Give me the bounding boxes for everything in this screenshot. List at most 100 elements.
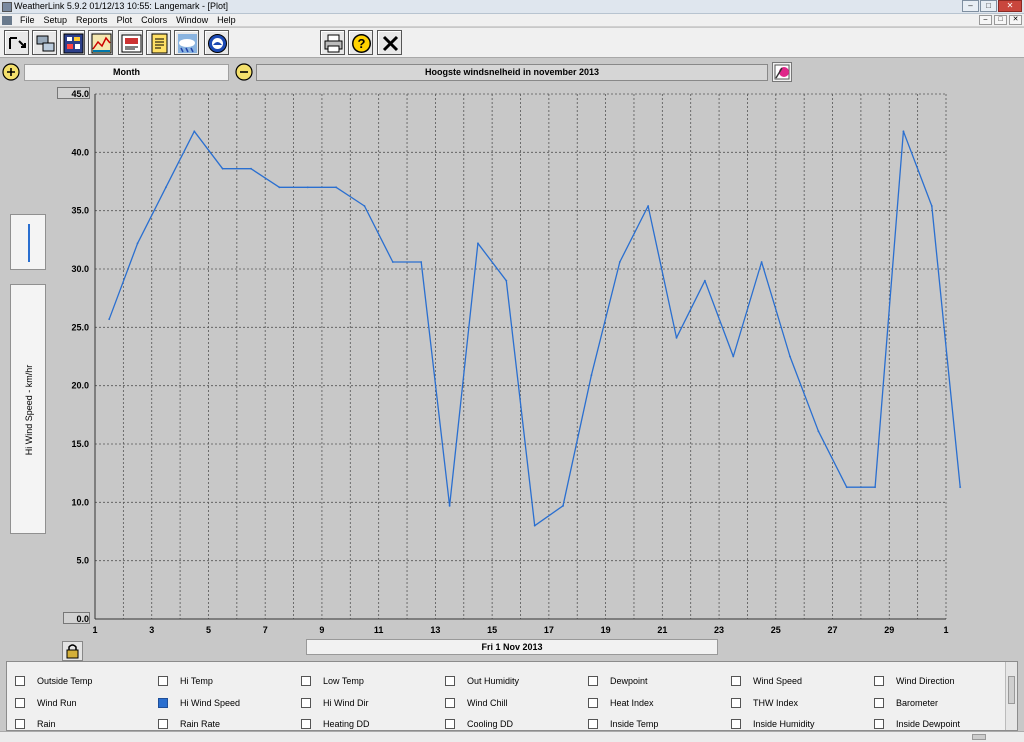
hi-wind-speed-point — [732, 355, 735, 358]
hi-wind-speed-point — [165, 186, 167, 189]
sensor-checkbox[interactable] — [588, 676, 598, 686]
sensor-checkbox[interactable] — [445, 698, 455, 708]
hi-wind-speed-point — [306, 186, 309, 189]
hi-wind-speed-point — [817, 430, 820, 433]
hi-wind-speed-point — [789, 355, 791, 358]
sensor-option[interactable]: Dewpoint — [588, 674, 648, 688]
x-tick-label: 11 — [374, 625, 384, 635]
sensor-option[interactable]: Rain — [15, 717, 56, 730]
lock-icon[interactable] — [62, 641, 83, 661]
sensor-checkbox[interactable] — [158, 676, 168, 686]
sensor-option[interactable]: Hi Temp — [158, 674, 213, 688]
sensor-selection-panel: Outside Temp Hi Temp Low Temp Out Humidity D… — [6, 661, 1018, 731]
date-bar[interactable]: Fri 1 Nov 2013 — [306, 639, 718, 655]
x-tick-label: 1 — [943, 625, 948, 635]
y-tick-label: 35.0 — [71, 206, 89, 216]
sensor-checkbox[interactable] — [731, 719, 741, 729]
sensor-checkbox[interactable] — [158, 719, 168, 729]
sensor-label: Low Temp — [323, 676, 364, 686]
sensor-checkbox[interactable] — [874, 698, 884, 708]
sensor-label: Hi Wind Speed — [180, 698, 241, 708]
sensor-label: Wind Chill — [467, 698, 508, 708]
sensor-checkbox[interactable] — [874, 719, 884, 729]
sensor-option[interactable]: Wind Chill — [445, 696, 508, 710]
hi-wind-speed-point — [278, 186, 281, 189]
sensor-checkbox[interactable] — [445, 676, 455, 686]
sensor-checkbox[interactable] — [301, 698, 311, 708]
sensor-option[interactable]: Low Temp — [301, 674, 364, 688]
sensor-option[interactable]: Inside Dewpoint — [874, 717, 960, 730]
sensor-label: Wind Speed — [753, 676, 803, 686]
x-tick-label: 13 — [430, 625, 440, 635]
y-tick-label: 25.0 — [71, 322, 89, 332]
hi-wind-speed-point — [902, 130, 905, 133]
sensor-checkbox[interactable] — [15, 698, 25, 708]
sensor-option[interactable]: Heat Index — [588, 696, 654, 710]
sensor-option[interactable]: Wind Run — [15, 696, 77, 710]
hi-wind-speed-point — [647, 205, 650, 207]
x-tick-label: 5 — [206, 625, 211, 635]
sensor-option[interactable]: Out Humidity — [445, 674, 519, 688]
horizontal-scrollbar-thumb[interactable] — [972, 734, 986, 740]
chart-series — [108, 130, 962, 527]
sensor-panel-scrollbar[interactable] — [1005, 662, 1017, 730]
hi-wind-speed-point — [221, 167, 224, 170]
sensor-option[interactable]: Inside Humidity — [731, 717, 815, 730]
hi-wind-speed-point — [420, 261, 423, 263]
scrollbar-thumb[interactable] — [1008, 676, 1015, 704]
sensor-option[interactable]: Heating DD — [301, 717, 370, 730]
x-tick-label: 17 — [544, 625, 554, 635]
sensor-checkbox[interactable] — [15, 676, 25, 686]
hi-wind-speed-point — [760, 261, 763, 263]
y-tick-label: 20.0 — [71, 381, 89, 391]
sensor-checkbox[interactable] — [301, 719, 311, 729]
x-tick-label: 21 — [657, 625, 667, 635]
hi-wind-speed-point — [959, 486, 962, 489]
sensor-option[interactable]: Hi Wind Speed — [158, 696, 240, 710]
sensor-label: Inside Humidity — [753, 719, 815, 729]
hi-wind-speed-point — [363, 205, 366, 207]
sensor-option[interactable]: Wind Speed — [731, 674, 802, 688]
sensor-label: Cooling DD — [467, 719, 514, 729]
y-tick-label: 15.0 — [71, 439, 89, 449]
sensor-label: Hi Wind Dir — [323, 698, 369, 708]
x-tick-label: 15 — [487, 625, 497, 635]
sensor-label: Outside Temp — [37, 676, 93, 686]
sensor-checkbox[interactable] — [158, 698, 168, 708]
sensor-option[interactable]: Inside Temp — [588, 717, 658, 730]
hi-wind-speed-chart: 0.05.010.015.020.025.030.035.040.045.01 3… — [71, 89, 962, 635]
sensor-checkbox[interactable] — [588, 698, 598, 708]
sensor-option[interactable]: Barometer — [874, 696, 938, 710]
y-tick-label: 10.0 — [71, 497, 89, 507]
sensor-option[interactable]: Rain Rate — [158, 717, 220, 730]
sensor-option[interactable]: Wind Direction — [874, 674, 955, 688]
sensor-option[interactable]: Outside Temp — [15, 674, 92, 688]
sensor-checkbox[interactable] — [874, 676, 884, 686]
hi-wind-speed-point — [391, 261, 394, 263]
sensor-checkbox[interactable] — [15, 719, 25, 729]
chart-ticks: 0.05.010.015.020.025.030.035.040.045.01 3… — [71, 89, 948, 635]
x-tick-label: 23 — [714, 625, 724, 635]
sensor-checkbox[interactable] — [731, 698, 741, 708]
sensor-option[interactable]: Cooling DD — [445, 717, 514, 730]
sensor-label: Out Humidity — [467, 676, 520, 686]
y-tick-label: 30.0 — [71, 264, 89, 274]
horizontal-scrollbar[interactable] — [0, 731, 1024, 742]
x-tick-label: 29 — [884, 625, 894, 635]
hi-wind-speed-point — [845, 486, 848, 489]
sensor-checkbox[interactable] — [731, 676, 741, 686]
hi-wind-speed-point — [193, 130, 196, 133]
hi-wind-speed-point — [930, 205, 933, 207]
x-tick-label: 27 — [828, 625, 838, 635]
hi-wind-speed-point — [136, 242, 139, 245]
hi-wind-speed-point — [533, 524, 536, 527]
sensor-option[interactable]: Hi Wind Dir — [301, 696, 369, 710]
sensor-checkbox[interactable] — [588, 719, 598, 729]
sensor-label: Wind Direction — [896, 676, 955, 686]
sensor-checkbox[interactable] — [445, 719, 455, 729]
x-tick-label: 3 — [149, 625, 154, 635]
chart-grid — [94, 93, 947, 620]
sensor-label: Dewpoint — [610, 676, 648, 686]
sensor-checkbox[interactable] — [301, 676, 311, 686]
sensor-option[interactable]: THW Index — [731, 696, 798, 710]
